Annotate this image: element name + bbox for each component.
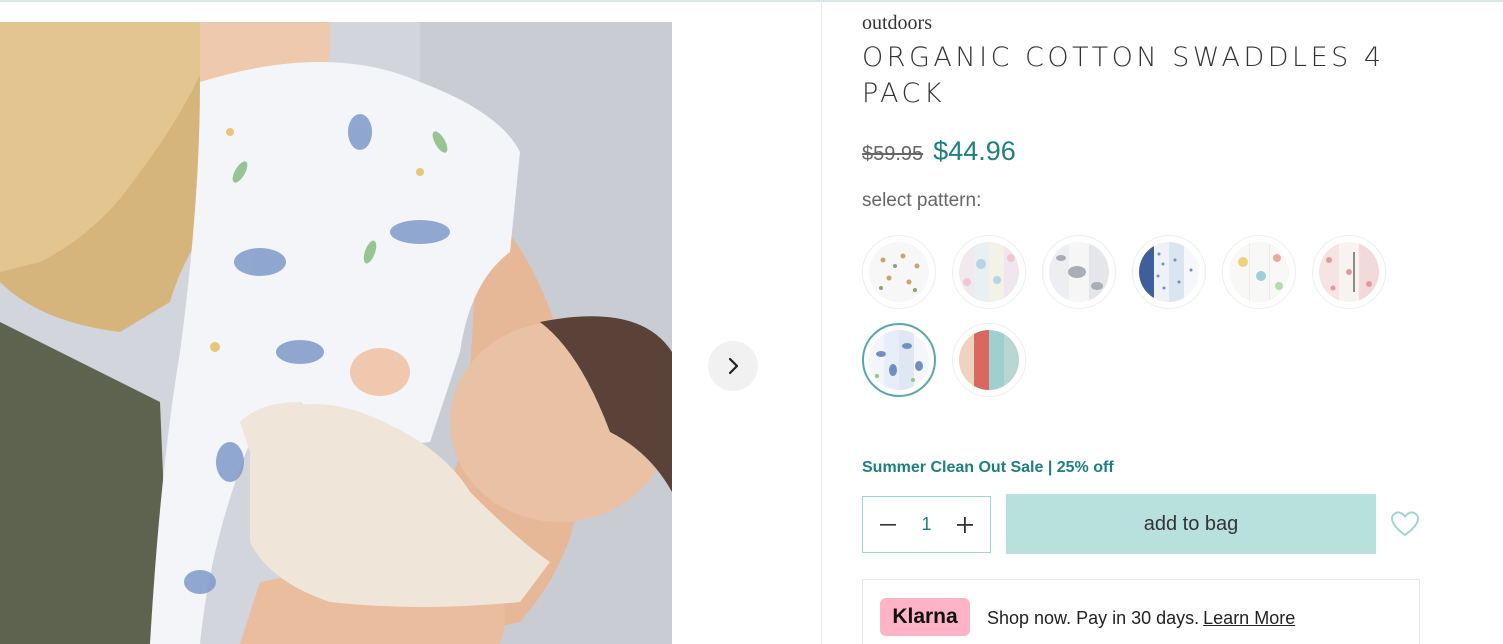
plus-icon [957,516,973,533]
sale-price: $44.96 [933,136,1016,166]
gallery-next-button[interactable] [708,341,758,391]
quantity-stepper [862,496,991,553]
column-divider [821,0,822,644]
swatch-pastel-rainbow[interactable] [952,235,1026,309]
wishlist-button[interactable] [1390,510,1420,543]
increment-button[interactable] [954,512,976,538]
top-divider [0,0,1503,2]
swatch-image [1139,242,1199,302]
swatch-image [1319,242,1379,302]
select-pattern-label: select pattern: [862,190,982,211]
swatch-image [959,242,1019,302]
sale-promo-text: Summer Clean Out Sale | 25% off [862,459,1114,476]
product-photo [0,22,672,644]
swatch-blue-dots[interactable] [1132,235,1206,309]
klarna-text: Shop now. Pay in 30 days. [987,608,1200,628]
swatch-pink-floral[interactable] [1312,235,1386,309]
klarna-logo: Klarna [880,598,970,636]
swatch-image [959,330,1019,390]
price-block: $59.95 $44.96 [862,136,1016,167]
add-to-bag-button[interactable]: add to bag [1006,494,1376,554]
swatch-solid-colors[interactable] [952,323,1026,397]
original-price: $59.95 [862,143,924,165]
chevron-right-icon [728,357,739,375]
klarna-learn-more-link[interactable]: Learn More [1203,608,1295,628]
swatch-image [869,330,929,390]
swatch-image [1229,242,1289,302]
quantity-input[interactable] [906,514,947,535]
swatch-grey-safari[interactable] [1042,235,1116,309]
swatch-outdoors-selected[interactable] [862,323,936,397]
minus-icon [880,523,896,526]
product-title: ORGANIC COTTON SWADDLES 4 PACK [862,42,1385,109]
decrement-button[interactable] [877,512,899,538]
klarna-banner: Klarna Shop now. Pay in 30 days. Learn Mo… [862,579,1420,644]
swatch-forest-animals[interactable] [862,235,936,309]
swatch-image [1049,242,1109,302]
swatch-hot-air-balloons[interactable] [1222,235,1296,309]
swatch-image [869,242,929,302]
collection-name: outdoors [862,12,932,34]
heart-icon [1390,511,1420,537]
klarna-message: Shop now. Pay in 30 days. Learn More [987,608,1295,629]
